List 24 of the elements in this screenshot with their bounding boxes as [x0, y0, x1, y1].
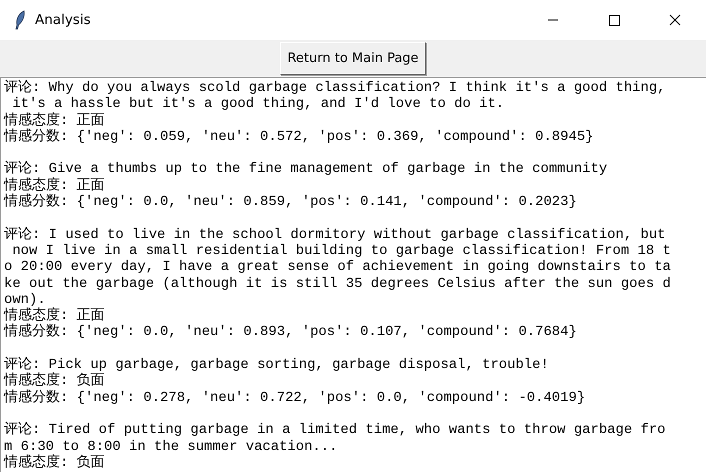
score-line: 情感分数: {'neg': 0.0, 'neu': 0.893, 'pos': 0.107, 'compound': 0.7684} — [4, 324, 577, 341]
comment-line: now I live in a small residential building to garbage classification! From 18 t — [11, 242, 671, 260]
comment-line: 评论: Give a thumbs up to the fine management of garbage in the community — [4, 161, 608, 178]
comment-line: ke out the garbage (although it is still 35 degrees Celsius after the sun goes d — [4, 276, 671, 292]
comment-line: 评论: Tired of putting garbage in a limited time, who wants to throw garbage fro — [4, 422, 666, 439]
sentiment-line: 情感态度: 正面 — [4, 308, 105, 324]
sentiment-line: 情感态度: 负面 — [4, 454, 105, 472]
score-line: 情感分数: {'neg': 0.059, 'neu': 0.572, 'pos': 0.369, 'compound': 0.8945} — [4, 128, 594, 146]
sentiment-line: 情感态度: 负面 — [4, 373, 105, 390]
comment-line: 评论: Why do you always scold garbage classification? I think it's a good thing, — [4, 80, 666, 96]
comment-line: 评论: I used to live in the school dormitory without garbage classification, but — [4, 226, 666, 243]
comment-line: m 6:30 to 8:00 in the summer vacation... — [4, 438, 338, 455]
comment-line: o 20:00 every day, I have a great sense of achievement in going downstairs to ta — [4, 259, 671, 276]
score-line: 情感分数: {'neg': 0.0, 'neu': 0.859, 'pos': 0.141, 'compound': 0.2023} — [4, 194, 577, 210]
comment-line: 评论: Pick up garbage, garbage sorting, garbage disposal, trouble! — [4, 357, 549, 374]
sentiment-line: 情感态度: 正面 — [4, 178, 105, 194]
comment-line: it's a hassle but it's a good thing, and I'd love to do it. — [11, 96, 504, 112]
score-line: 情感分数: {'neg': 0.278, 'neu': 0.722, 'pos': 0.0, 'compound': -0.4019} — [4, 390, 586, 406]
comment-line: own). — [4, 292, 46, 308]
window-title: Analysis — [35, 12, 91, 28]
text-area[interactable] — [0, 77, 706, 472]
feather-icon — [14, 10, 26, 30]
sentiment-line: 情感态度: 正面 — [4, 112, 105, 129]
return-button[interactable]: Return to Main Page — [280, 42, 426, 75]
